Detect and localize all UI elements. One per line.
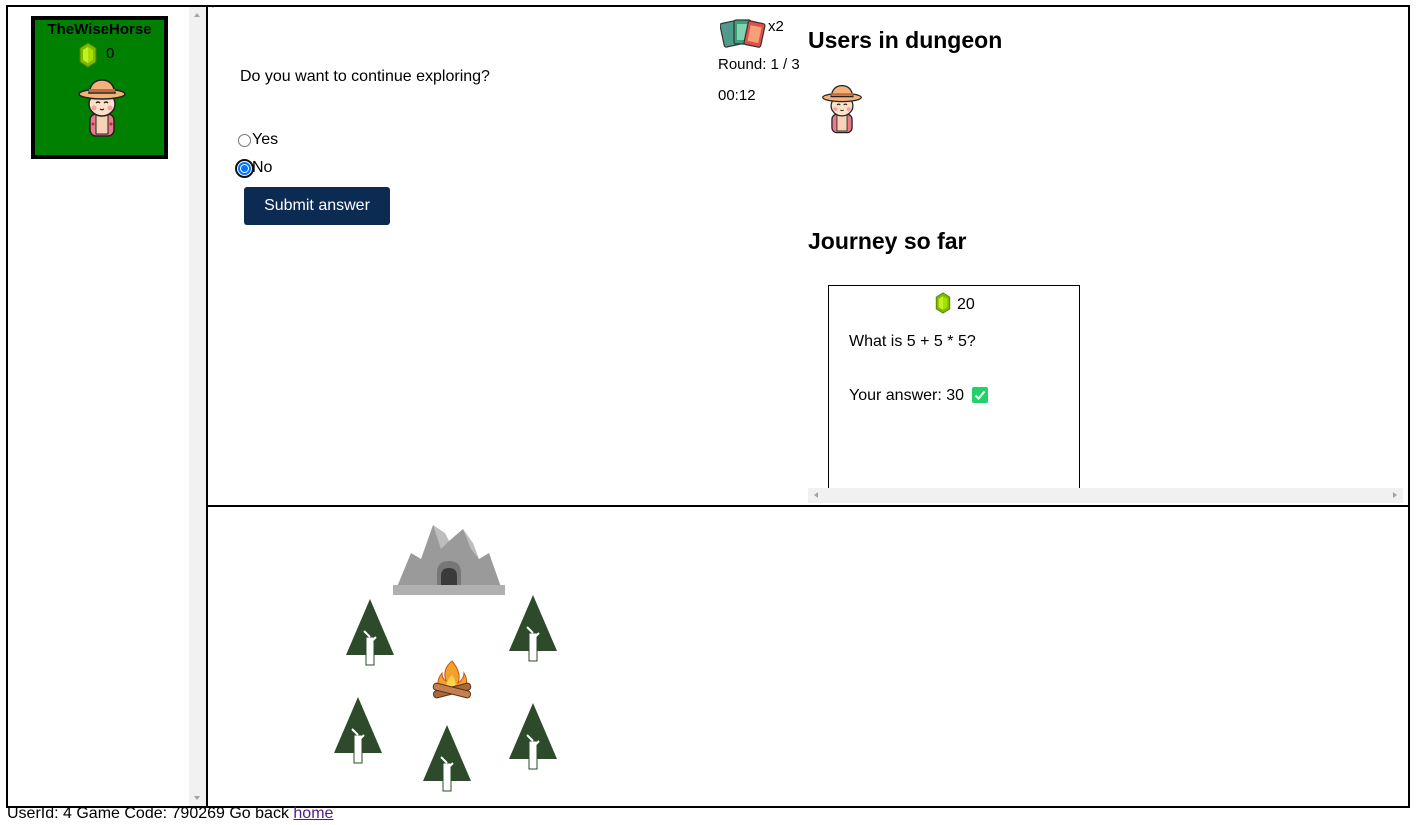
scroll-right-icon[interactable]	[1393, 492, 1397, 498]
tree-icon[interactable]	[421, 723, 473, 793]
sidebar-scrollbar[interactable]	[189, 7, 206, 806]
explorer-avatar-icon	[822, 85, 862, 134]
stray-character: `	[210, 3, 215, 18]
home-link[interactable]: home	[293, 805, 333, 822]
quiz-panel: ` Do you want to continue exploring? Yes…	[208, 3, 1408, 507]
option-yes-label: Yes	[252, 131, 279, 148]
gem-icon	[79, 42, 97, 68]
player-gems: 0	[79, 42, 129, 68]
radio-yes[interactable]	[238, 133, 251, 147]
journey-question: What is 5 + 5 * 5?	[849, 333, 976, 350]
player-name: TheWiseHorse	[47, 21, 152, 38]
campfire-icon[interactable]	[429, 657, 475, 703]
journey-scroll-area[interactable]: 20 What is 5 + 5 * 5? Your answer: 30	[808, 283, 1403, 503]
player-gem-count: 0	[106, 45, 115, 62]
scroll-down-icon[interactable]	[194, 796, 200, 800]
journey-scrollbar[interactable]	[808, 488, 1403, 503]
option-no[interactable]: No	[235, 158, 273, 178]
checkmark-icon	[972, 387, 988, 403]
cards-icon	[720, 19, 766, 48]
timer: 00:12	[718, 87, 756, 104]
cards-multiplier: x2	[768, 18, 784, 35]
tree-icon[interactable]	[332, 695, 384, 765]
round-counter: Round: 1 / 3	[718, 56, 800, 73]
game-frame: TheWiseHorse 0 ` Do you want to continue…	[6, 3, 1410, 808]
journey-answer: Your answer: 30	[849, 387, 965, 404]
journey-gem-count: 20	[957, 296, 975, 313]
users-title: Users in dungeon	[808, 27, 1003, 53]
option-no-label: No	[252, 159, 273, 176]
player-card: TheWiseHorse 0	[31, 16, 168, 159]
explorer-avatar-icon	[78, 79, 126, 137]
option-yes[interactable]: Yes	[238, 131, 278, 149]
scroll-up-icon[interactable]	[194, 13, 200, 17]
tree-icon[interactable]	[344, 597, 396, 667]
question-text: Do you want to continue exploring?	[240, 68, 490, 85]
submit-answer-button[interactable]: Submit answer	[244, 187, 390, 225]
tree-icon[interactable]	[507, 701, 559, 771]
cave-icon[interactable]	[393, 519, 505, 595]
sidebar: TheWiseHorse 0	[8, 7, 208, 806]
journey-card: 20 What is 5 + 5 * 5? Your answer: 30	[828, 285, 1080, 490]
journey-card-gems: 20	[935, 292, 975, 319]
map-panel	[208, 509, 1408, 806]
radio-no[interactable]	[235, 158, 254, 178]
journey-title: Journey so far	[808, 228, 967, 254]
scroll-left-icon[interactable]	[814, 492, 818, 498]
footer: UserId: 4 Game Code: 790269 Go back home	[7, 805, 333, 823]
footer-text: UserId: 4 Game Code: 790269 Go back	[7, 805, 289, 822]
gem-icon	[935, 292, 951, 314]
tree-icon[interactable]	[507, 593, 559, 663]
